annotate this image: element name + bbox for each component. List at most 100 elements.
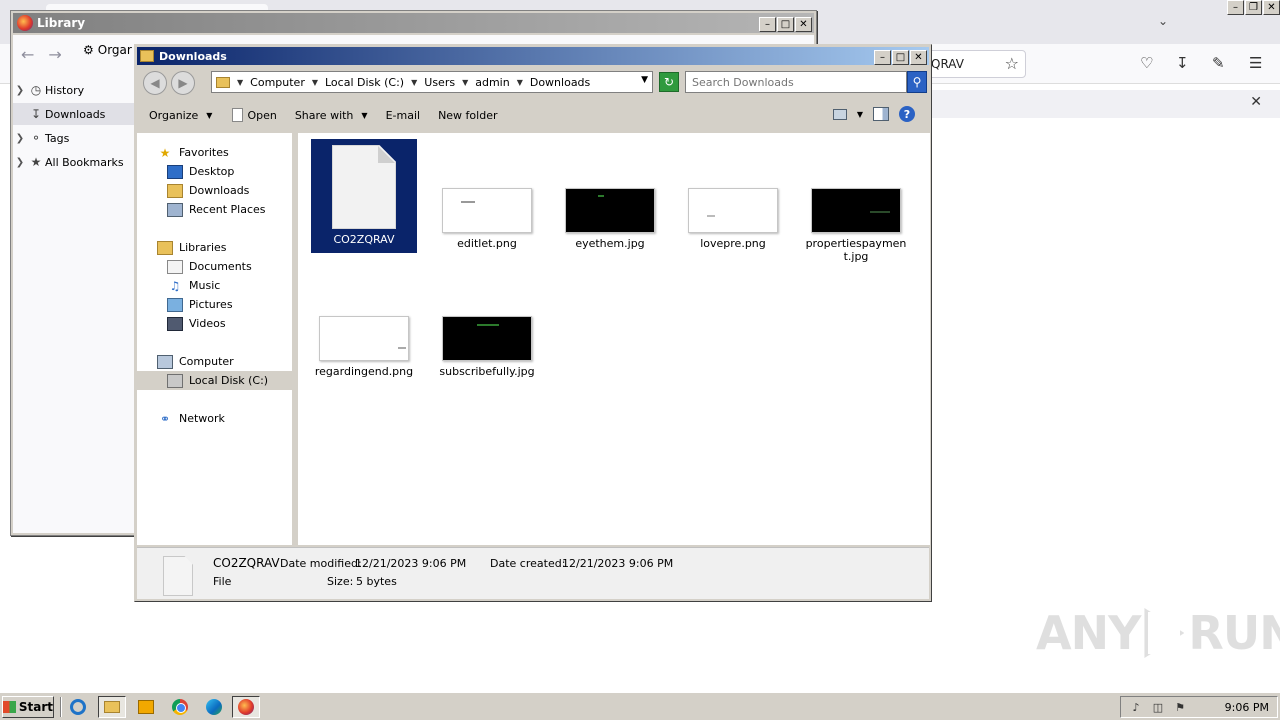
- taskbar-chrome[interactable]: [166, 696, 194, 718]
- pocket-icon[interactable]: ♡: [1140, 54, 1153, 72]
- nav-pictures[interactable]: Pictures: [167, 295, 233, 314]
- anyrun-watermark: ANY RUN: [1036, 606, 1280, 660]
- firefox-caption-buttons: – ❐ ✕: [1226, 0, 1280, 18]
- help-icon[interactable]: ?: [899, 106, 915, 122]
- expand-chevron-icon[interactable]: ❯: [13, 157, 27, 168]
- close-button[interactable]: ✕: [910, 50, 927, 65]
- file-item[interactable]: lovepre.png: [680, 139, 786, 250]
- star-icon: ★: [159, 145, 171, 160]
- chevron-right-icon[interactable]: ▼: [517, 78, 523, 87]
- open-button[interactable]: Open: [232, 108, 277, 122]
- nav-desktop[interactable]: Desktop: [167, 162, 234, 181]
- nav-videos[interactable]: Videos: [167, 314, 226, 333]
- firefox-icon: [17, 15, 33, 31]
- close-button[interactable]: ✕: [1263, 0, 1280, 15]
- tab-list-chevron-icon[interactable]: ⌄: [1158, 14, 1168, 28]
- breadcrumb-item[interactable]: Downloads: [530, 76, 590, 89]
- file-item[interactable]: eyethem.jpg: [557, 139, 663, 250]
- expand-chevron-icon[interactable]: ❯: [13, 133, 27, 144]
- search-button[interactable]: ⚲: [907, 71, 927, 93]
- volume-icon[interactable]: ♪: [1129, 701, 1143, 714]
- library-sidebar: ❯ ◷ History ↧ Downloads ❯ ⚬ Tags ❯ ★ All…: [13, 75, 135, 533]
- date-modified-value: 12/21/2023 9:06 PM: [355, 557, 467, 570]
- search-input[interactable]: [685, 71, 907, 93]
- breadcrumb[interactable]: ▼ Computer ▼ Local Disk (C:) ▼ Users ▼ a…: [211, 71, 653, 93]
- taskbar-edge[interactable]: [200, 696, 228, 718]
- chevron-down-icon: ▼: [361, 110, 368, 120]
- download-icon[interactable]: ↧: [1176, 54, 1189, 72]
- close-icon[interactable]: ✕: [1250, 94, 1262, 110]
- forward-arrow-icon[interactable]: →: [48, 45, 61, 64]
- email-button[interactable]: E-mail: [386, 109, 421, 122]
- nav-computer[interactable]: Computer: [157, 352, 234, 371]
- chevron-right-icon[interactable]: ▼: [411, 78, 417, 87]
- sidebar-item-all-bookmarks[interactable]: ❯ ★ All Bookmarks: [13, 151, 135, 173]
- nav-label: Documents: [189, 260, 252, 273]
- menu-icon[interactable]: ☰: [1249, 54, 1262, 72]
- chevron-right-icon[interactable]: ▼: [312, 78, 318, 87]
- forward-button[interactable]: ▶: [171, 71, 195, 95]
- library-organize-button[interactable]: ⚙ Orgar: [83, 43, 132, 57]
- taskbar-firefox[interactable]: [232, 696, 260, 718]
- file-item[interactable]: editlet.png: [434, 139, 540, 250]
- breadcrumb-item[interactable]: admin: [475, 76, 509, 89]
- organize-button[interactable]: Organize ▼: [149, 109, 212, 122]
- new-folder-label: New folder: [438, 108, 498, 122]
- minimize-button[interactable]: –: [1227, 0, 1244, 15]
- library-caption-buttons: – □ ✕: [758, 17, 812, 32]
- nav-documents[interactable]: Documents: [167, 257, 252, 276]
- sidebar-item-downloads[interactable]: ↧ Downloads: [13, 103, 135, 125]
- refresh-button[interactable]: ↻: [659, 72, 679, 92]
- chevron-down-icon[interactable]: ▼: [641, 75, 648, 85]
- maximize-button[interactable]: □: [777, 17, 794, 32]
- star-icon[interactable]: ☆: [1005, 54, 1019, 73]
- file-item[interactable]: CO2ZQRAV: [311, 139, 417, 253]
- nav-recent-places[interactable]: Recent Places: [167, 200, 266, 219]
- nav-music[interactable]: ♫ Music: [167, 276, 221, 295]
- sidebar-item-tags[interactable]: ❯ ⚬ Tags: [13, 127, 135, 149]
- nav-network[interactable]: ⚭ Network: [157, 409, 225, 428]
- minimize-button[interactable]: –: [759, 17, 776, 32]
- breadcrumb-item[interactable]: Local Disk (C:): [325, 76, 404, 89]
- nav-favorites[interactable]: ★ Favorites: [157, 143, 229, 162]
- extensions-icon[interactable]: ✎: [1212, 54, 1225, 72]
- blank-file-icon: [332, 145, 396, 229]
- taskbar-internet-explorer[interactable]: [64, 696, 92, 718]
- taskbar-media-player[interactable]: [132, 696, 160, 718]
- back-arrow-icon[interactable]: ←: [21, 45, 34, 64]
- star-icon: ★: [30, 155, 42, 169]
- maximize-button[interactable]: □: [892, 50, 909, 65]
- sidebar-item-history[interactable]: ❯ ◷ History: [13, 79, 135, 101]
- file-item[interactable]: propertiespayment.jpg: [803, 139, 909, 263]
- expand-chevron-icon[interactable]: ❯: [13, 85, 27, 96]
- back-button[interactable]: ◀: [143, 71, 167, 95]
- restore-button[interactable]: ❐: [1245, 0, 1262, 15]
- image-thumbnail: [319, 316, 409, 361]
- file-item[interactable]: subscribefully.jpg: [434, 267, 540, 378]
- refresh-icon: ↻: [663, 75, 675, 89]
- sidebar-item-label: Downloads: [45, 107, 106, 121]
- new-folder-button[interactable]: New folder: [438, 109, 497, 122]
- minimize-button[interactable]: –: [874, 50, 891, 65]
- nav-local-disk[interactable]: Local Disk (C:): [137, 371, 292, 390]
- share-with-button[interactable]: Share with ▼: [295, 109, 368, 122]
- breadcrumb-item[interactable]: Computer: [250, 76, 305, 89]
- view-icon[interactable]: [832, 108, 847, 120]
- taskbar-windows-explorer[interactable]: [98, 696, 126, 718]
- network-icon[interactable]: ◫: [1151, 701, 1165, 714]
- nav-libraries[interactable]: Libraries: [157, 238, 227, 257]
- play-icon: [1144, 608, 1185, 658]
- url-bar[interactable]: QRAV ☆: [920, 50, 1026, 78]
- chevron-down-icon[interactable]: ▼: [857, 110, 863, 119]
- close-button[interactable]: ✕: [795, 17, 812, 32]
- start-button[interactable]: Start: [2, 696, 54, 718]
- nav-downloads[interactable]: Downloads: [167, 181, 249, 200]
- preview-pane-icon[interactable]: [873, 107, 889, 121]
- file-item[interactable]: regardingend.png: [311, 267, 417, 378]
- organize-label: Orgar: [97, 43, 132, 57]
- chevron-right-icon[interactable]: ▼: [237, 78, 243, 87]
- breadcrumb-item[interactable]: Users: [424, 76, 455, 89]
- flag-icon[interactable]: ⚑: [1173, 701, 1187, 714]
- chevron-right-icon[interactable]: ▼: [462, 78, 468, 87]
- clock[interactable]: 9:06 PM: [1225, 701, 1269, 714]
